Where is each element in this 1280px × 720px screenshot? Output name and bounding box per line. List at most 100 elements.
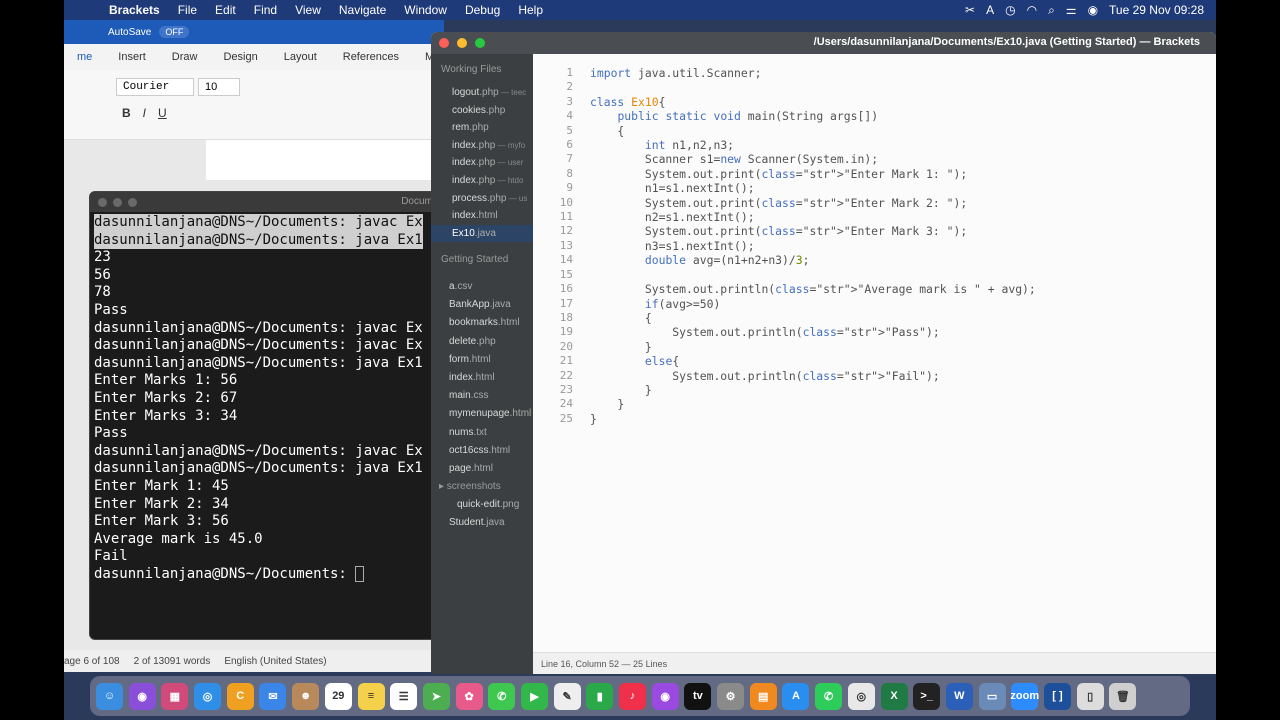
dock-siri-icon[interactable]: ◉: [128, 682, 156, 710]
italic-button[interactable]: I: [143, 106, 146, 120]
working-file-item[interactable]: process.php — us: [431, 190, 533, 208]
bold-button[interactable]: B: [122, 106, 131, 120]
code-line[interactable]: n1=s1.nextInt();: [590, 181, 1036, 195]
dock-photos-icon[interactable]: ✿: [455, 682, 483, 710]
minimize-button[interactable]: [113, 197, 122, 207]
dock-messages-icon[interactable]: ✆: [488, 682, 516, 710]
code-line[interactable]: System.out.print(class="str">"Enter Mark…: [590, 167, 1036, 181]
autosave-toggle[interactable]: OFF: [159, 26, 190, 38]
menu-navigate[interactable]: Navigate: [330, 0, 395, 20]
project-file-item[interactable]: mymenupage.html: [431, 405, 533, 423]
siri-icon[interactable]: ◉: [1088, 3, 1098, 17]
dock-contacts-icon[interactable]: ☻: [292, 682, 320, 710]
project-file-item[interactable]: BankApp.java: [431, 296, 533, 314]
code-line[interactable]: }: [590, 412, 1036, 426]
scissors-icon[interactable]: ✂: [965, 3, 975, 17]
dock-settings-icon[interactable]: ⚙: [717, 682, 745, 710]
dock-brackets-icon[interactable]: [ ]: [1043, 682, 1071, 710]
code-line[interactable]: [590, 80, 1036, 94]
dock-notes-icon[interactable]: ≡: [357, 682, 385, 710]
working-file-item[interactable]: index.php — user: [431, 154, 533, 172]
working-file-item[interactable]: logout.php — teec: [431, 84, 533, 102]
dock-mail-icon[interactable]: ✉: [259, 682, 287, 710]
font-name-select[interactable]: Courier: [116, 78, 194, 96]
dock-preview-icon[interactable]: ▭: [978, 682, 1006, 710]
code-line[interactable]: {: [590, 311, 1036, 325]
dock-tv-icon[interactable]: tv: [684, 682, 712, 710]
project-file-item[interactable]: delete.php: [431, 333, 533, 351]
dock-documents-icon[interactable]: ▯: [1076, 682, 1104, 710]
clock-text[interactable]: Tue 29 Nov 09:28: [1109, 3, 1204, 17]
dock-excel-icon[interactable]: X: [880, 682, 908, 710]
menu-edit[interactable]: Edit: [206, 0, 245, 20]
code-line[interactable]: else{: [590, 354, 1036, 368]
zoom-button[interactable]: [128, 197, 137, 207]
working-file-item[interactable]: index.php — myfo: [431, 137, 533, 155]
code-line[interactable]: public static void main(String args[]): [590, 109, 1036, 123]
minimize-button[interactable]: [457, 38, 467, 48]
menu-help[interactable]: Help: [509, 0, 552, 20]
dock-podcasts-icon[interactable]: ◉: [651, 682, 679, 710]
project-dropdown[interactable]: Getting Started: [441, 254, 508, 265]
project-file-item[interactable]: page.html: [431, 460, 533, 478]
menu-file[interactable]: File: [169, 0, 206, 20]
project-file-item[interactable]: nums.txt: [431, 424, 533, 442]
working-file-item[interactable]: Ex10.java: [431, 224, 533, 243]
code-line[interactable]: Scanner s1=new Scanner(System.in);: [590, 152, 1036, 166]
project-file-item[interactable]: a.csv: [431, 278, 533, 296]
project-file-item[interactable]: oct16css.html: [431, 442, 533, 460]
working-file-item[interactable]: rem.php: [431, 119, 533, 137]
code-line[interactable]: n2=s1.nextInt();: [590, 210, 1036, 224]
wifi-icon[interactable]: ◠: [1027, 3, 1037, 17]
dock-finder-icon[interactable]: ☺: [96, 682, 123, 710]
project-file-item[interactable]: quick-edit.png: [431, 496, 533, 514]
dock-music-icon[interactable]: ♪: [619, 682, 646, 710]
code-editor[interactable]: 1 2 3 4 5 6 7 8 9 10 11 12 13 14 15 16 17 18 19 20 21 22 23 24 2…: [533, 54, 1216, 652]
terminal-output[interactable]: dasunnilanjana@DNS~/Documents: javac Ex d…: [90, 212, 448, 585]
code-line[interactable]: if(avg>=50): [590, 297, 1036, 311]
project-file-item[interactable]: index.html: [431, 369, 533, 387]
tab-insert[interactable]: Insert: [105, 51, 159, 63]
dock-chrome-icon[interactable]: ◎: [847, 682, 875, 710]
clock-icon[interactable]: ◷: [1005, 3, 1015, 17]
project-folder[interactable]: ▸ screenshots: [431, 478, 533, 496]
code-line[interactable]: System.out.print(class="str">"Enter Mark…: [590, 224, 1036, 238]
tab-references[interactable]: References: [330, 51, 412, 63]
code-line[interactable]: System.out.println(class="str">"Pass");: [590, 325, 1036, 339]
project-file-item[interactable]: bookmarks.html: [431, 314, 533, 332]
dock-freeform-icon[interactable]: ✎: [553, 682, 581, 710]
dock-maps-icon[interactable]: ➤: [422, 682, 450, 710]
code-line[interactable]: double avg=(n1+n2+n3)/3;: [590, 253, 1036, 267]
code-line[interactable]: System.out.println(class="str">"Fail");: [590, 369, 1036, 383]
code-line[interactable]: System.out.print(class="str">"Enter Mark…: [590, 196, 1036, 210]
dock-zoom-icon[interactable]: zoom: [1010, 682, 1039, 710]
dock-trash-icon[interactable]: 🗑: [1109, 682, 1137, 710]
dock-launchpad-icon[interactable]: ▦: [161, 682, 189, 710]
terminal-cursor[interactable]: [355, 565, 365, 582]
dock-app-store-icon[interactable]: A: [782, 682, 810, 710]
close-button[interactable]: [98, 197, 107, 207]
text-input-icon[interactable]: A: [986, 3, 994, 17]
dock-facetime-icon[interactable]: ▶: [520, 682, 548, 710]
search-icon[interactable]: ⌕: [1048, 3, 1055, 18]
underline-button[interactable]: U: [158, 106, 167, 120]
dock-books-icon[interactable]: ▤: [749, 682, 777, 710]
language[interactable]: English (United States): [224, 656, 326, 667]
code-line[interactable]: System.out.println(class="str">"Average …: [590, 282, 1036, 296]
code-line[interactable]: n3=s1.nextInt();: [590, 239, 1036, 253]
dock-calendar-icon[interactable]: 29: [324, 682, 352, 710]
tab-design[interactable]: Design: [210, 51, 270, 63]
working-file-item[interactable]: cookies.php: [431, 102, 533, 120]
terminal-window[interactable]: Documen dasunnilanjana@DNS~/Documents: j…: [89, 191, 449, 640]
tab-draw[interactable]: Draw: [159, 51, 211, 63]
page-count[interactable]: age 6 of 108: [64, 656, 120, 667]
project-file-item[interactable]: Student.java: [431, 514, 533, 532]
close-button[interactable]: [439, 38, 449, 48]
dock-whatsapp-icon[interactable]: ✆: [815, 682, 843, 710]
project-file-item[interactable]: form.html: [431, 351, 533, 369]
working-file-item[interactable]: index.php — htdo: [431, 172, 533, 190]
code-line[interactable]: class Ex10{: [590, 95, 1036, 109]
code-line[interactable]: [590, 268, 1036, 282]
menu-app-name[interactable]: Brackets: [100, 0, 169, 20]
dock-safari-icon[interactable]: ◎: [194, 682, 222, 710]
